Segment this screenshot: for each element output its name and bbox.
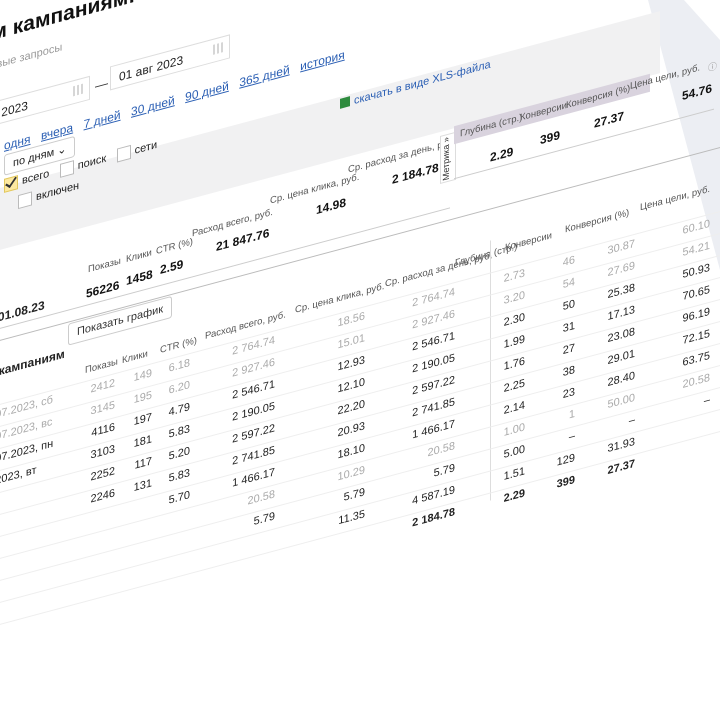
cell-depth: 1.76 [503,355,525,373]
cell-conversions: 1 [568,407,575,422]
column-header-conversion-rate: Конверсия (%) [565,207,630,236]
checkbox-label: сети [134,138,158,157]
cell-cpc: 5.79 [343,486,365,504]
cell-daily-cost: 5.79 [433,462,455,480]
cell-ctr: 6.20 [168,379,190,397]
checkbox-icon [59,160,74,178]
show-chart-button[interactable]: Показать график [68,295,173,346]
metrika-goal-price: 54.76 [682,81,713,104]
cell-conversions: 54 [562,275,575,292]
checkbox-icon [116,144,131,163]
column-header-goal-price: Цена цели, руб. [640,183,711,214]
date-to-value: 01 авг 2023 [119,52,184,85]
cell-depth: 2.14 [503,399,525,417]
cell-conversions: 399 [556,473,575,491]
cell-conversions: 46 [562,253,575,270]
link-90-days[interactable]: 90 дней [185,79,229,105]
cell-daily-cost: 2 184.78 [412,506,455,530]
cell-goal-price: – [703,393,710,408]
cell-ctr: 5.20 [168,445,190,463]
cell-depth: 5.00 [503,443,525,461]
page-title: ем кампаниям: [0,0,136,49]
link-365-days[interactable]: 365 дней [239,62,289,89]
calendar-icon[interactable] [213,42,223,55]
column-header-clicks: Клики [122,348,148,367]
cell-date: 03.07.2023, пн [0,437,54,470]
cell-depth: 2.29 [503,487,525,505]
row-divider [0,428,720,633]
metrika-depth: 2.29 [490,144,514,165]
date-from-value: июля 2023 [0,98,28,128]
cell-impressions: 2246 [90,487,115,506]
checkbox-checked-icon [4,175,18,193]
cell-impressions: 2412 [90,377,115,396]
cell-clicks: 149 [133,367,152,385]
cell-cost: 5.79 [253,510,275,528]
info-icon[interactable]: ⓘ [708,59,717,74]
cell-impressions: 4116 [91,421,115,440]
cell-ctr: 5.70 [168,489,190,507]
summary-cpc: 14.98 [316,195,347,218]
cell-ctr: 4.79 [168,401,190,419]
link-30-days[interactable]: 30 дней [131,93,175,119]
cell-depth: 2.25 [503,377,525,395]
cell-clicks: 195 [133,389,152,407]
cell-conversions: 38 [562,363,575,380]
cell-ctr: 5.83 [168,467,190,485]
cell-ctr: 6.18 [168,357,190,375]
cell-clicks: 117 [134,455,152,472]
cell-depth: 1.00 [503,421,525,439]
page-subtitle: сковые запросы [0,41,63,76]
cell-depth: 1.99 [503,333,525,351]
cell-depth: 2.73 [503,267,525,285]
metrika-column-divider [490,240,491,501]
summary-header-ctr: CTR (%) [156,236,193,258]
summary-ctr: 2.59 [160,256,184,278]
cell-conversions: 27 [562,341,575,358]
summary-period: по 01.08.23 [0,297,45,329]
cell-depth: 3.20 [503,289,525,307]
cell-conversions: 23 [562,385,575,402]
statistics-page: ем кампаниям: сковые запросы июля 2023 —… [0,0,720,728]
excel-icon [340,96,350,109]
cell-ctr: 5.83 [168,423,190,441]
cell-conversions: – [568,429,575,444]
cell-impressions: 3103 [90,443,115,462]
link-7-days[interactable]: 7 дней [84,108,121,132]
checkbox-label: поиск [77,152,107,173]
metrika-conversions: 399 [540,127,561,148]
cell-conversions: 50 [562,297,575,314]
summary-clicks: 1458 [126,267,153,289]
date-separator: — [95,74,108,94]
summary-daily-cost: 2 184.78 [392,160,439,187]
metrika-conversion-rate: 27.37 [594,108,625,131]
column-header-cpc: Ср. цена клика, руб. [295,280,385,316]
column-header-conversions: Конверсии [505,230,552,254]
cell-depth: 1.51 [503,465,525,483]
cell-clicks: 181 [133,433,152,451]
cell-conversions: 31 [562,319,575,336]
summary-header-clicks: Клики [126,247,152,266]
cell-impressions: 2252 [90,465,115,484]
cell-clicks: 197 [133,411,152,429]
table-section-title: ем кампаниям [0,346,65,384]
cell-impressions: 3145 [90,399,115,418]
cell-conversions: 129 [556,451,575,469]
link-history[interactable]: история [300,48,345,74]
checkbox-label: всего [22,167,50,188]
cell-conversion-rate: – [628,413,635,428]
calendar-icon[interactable] [73,83,83,97]
summary-header-impressions: Показы [88,255,121,276]
chevron-down-icon: ⌄ [57,143,67,158]
cell-depth: 2.30 [503,311,525,329]
